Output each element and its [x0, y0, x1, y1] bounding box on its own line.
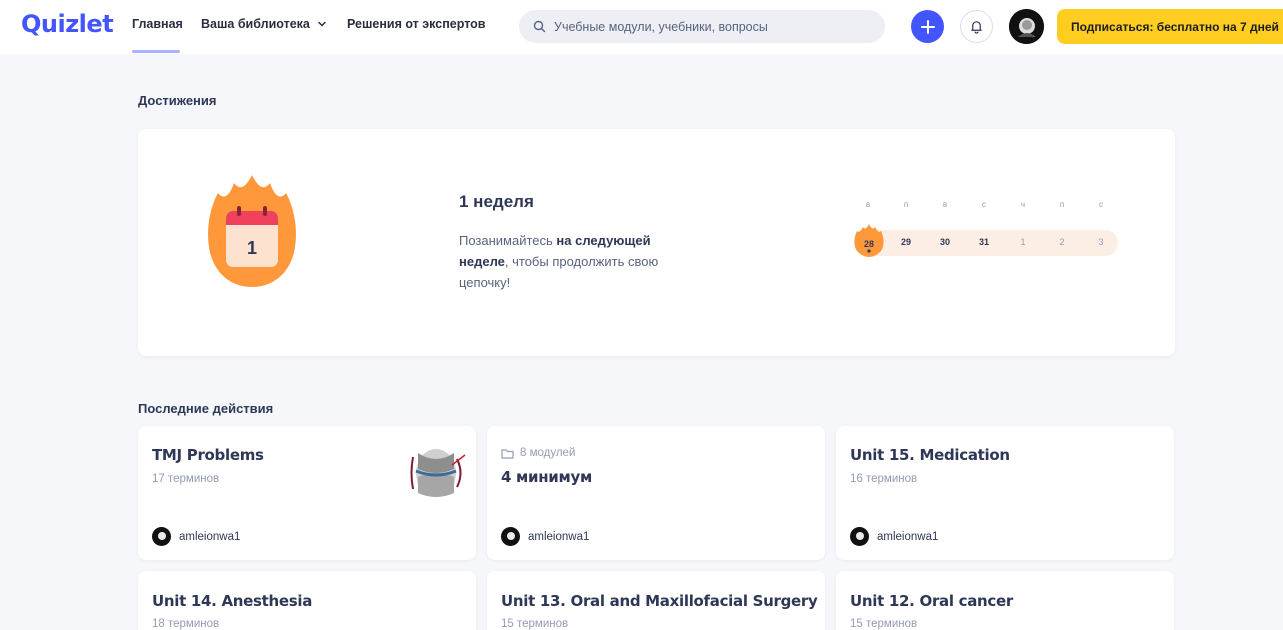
day-number-today: 28: [863, 239, 874, 249]
study-set-card[interactable]: Unit 14. Anesthesia 18 терминов: [138, 571, 476, 630]
author-avatar: [501, 527, 520, 546]
weekday-label: с: [1099, 200, 1103, 209]
chevron-down-icon: [318, 21, 326, 27]
notifications-button[interactable]: [960, 10, 993, 43]
avatar-image: [1009, 9, 1044, 44]
study-set-card[interactable]: Unit 12. Oral cancer 15 терминов: [836, 571, 1174, 630]
nav-home-link[interactable]: Главная: [132, 17, 183, 31]
streak-description: Позанимайтесь на следующей неделе, чтобы…: [459, 230, 689, 293]
weekday-label: ч: [1020, 200, 1026, 209]
day-number: 1: [1020, 237, 1026, 247]
streak-text-part1: Позанимайтесь: [459, 233, 557, 248]
day-number: 3: [1098, 237, 1104, 247]
card-title: TMJ Problems: [152, 446, 264, 464]
create-button[interactable]: [911, 10, 944, 43]
streak-badge-number: 1: [247, 238, 257, 258]
card-author[interactable]: amleionwa1: [152, 527, 240, 546]
folder-set-count: 8 модулей: [520, 447, 576, 459]
weekday-label: п: [903, 200, 909, 209]
search-icon: [533, 20, 546, 33]
quizlet-logo[interactable]: Quizlet: [21, 10, 114, 38]
card-term-count: 15 терминов: [850, 618, 918, 630]
weekday-label: в: [865, 200, 871, 209]
nav-experts-link[interactable]: Решения от экспертов: [347, 17, 485, 31]
card-term-count: 17 терминов: [152, 473, 220, 485]
weekday-label: п: [1059, 200, 1065, 209]
card-term-count: 18 терминов: [152, 618, 220, 630]
author-avatar: [152, 527, 171, 546]
subscribe-button[interactable]: Подписаться: бесплатно на 7 дней: [1057, 9, 1283, 44]
study-set-card[interactable]: TMJ Problems 17 терминов amleionwa1: [138, 426, 476, 560]
user-avatar[interactable]: [1009, 9, 1044, 44]
nav-library-label: Ваша библиотека: [201, 17, 310, 31]
card-author[interactable]: amleionwa1: [501, 527, 589, 546]
recent-activity-heading: Последние действия: [138, 401, 274, 416]
folder-icon: [501, 448, 514, 459]
card-title: Unit 15. Medication: [850, 446, 1010, 464]
achievements-heading: Достижения: [138, 93, 217, 108]
card-title: Unit 14. Anesthesia: [152, 592, 313, 610]
search-placeholder: Учебные модули, учебники, вопросы: [554, 19, 768, 34]
study-set-thumbnail-image: [410, 443, 466, 503]
study-set-card[interactable]: Unit 15. Medication 16 терминов amleionw…: [836, 426, 1174, 560]
bell-icon: [971, 21, 982, 34]
streak-title: 1 неделя: [459, 192, 534, 211]
achievements-card[interactable]: 1 1 неделя Позанимайтесь на следующей не…: [138, 129, 1175, 356]
card-term-count: 15 терминов: [501, 618, 569, 630]
card-author[interactable]: amleionwa1: [850, 527, 938, 546]
card-title: Unit 13. Oral and Maxillofacial Surgery: [501, 592, 818, 610]
weekday-labels: в п в с ч п с: [858, 200, 1118, 214]
study-set-card[interactable]: Unit 13. Oral and Maxillofacial Surgery …: [487, 571, 825, 630]
nav-library-dropdown[interactable]: Ваша библиотека: [201, 17, 328, 31]
plus-icon: [920, 19, 935, 34]
card-term-count: 16 терминов: [850, 473, 918, 485]
streak-week-bar: 28 29 30 31 1 2 3: [854, 224, 1118, 257]
day-number: 31: [978, 237, 989, 247]
folder-card[interactable]: 8 модулей 4 минимум amleionwa1: [487, 426, 825, 560]
author-name: amleionwa1: [179, 530, 241, 543]
search-input[interactable]: Учебные модули, учебники, вопросы: [519, 10, 885, 43]
day-number: 29: [900, 237, 911, 247]
weekday-label: с: [982, 200, 986, 209]
day-number: 30: [939, 237, 950, 247]
nav-home-active-indicator: [132, 50, 180, 53]
folder-info: 8 модулей: [501, 447, 575, 459]
author-name: amleionwa1: [877, 530, 939, 543]
top-navigation-bar: Quizlet Главная Ваша библиотека Решения …: [0, 0, 1283, 54]
streak-flame-calendar-icon: 1: [208, 175, 296, 287]
author-name: amleionwa1: [528, 530, 590, 543]
author-avatar: [850, 527, 869, 546]
card-title: Unit 12. Oral cancer: [850, 592, 1013, 610]
day-number: 2: [1059, 237, 1065, 247]
card-title: 4 минимум: [501, 468, 592, 486]
weekday-label: в: [942, 200, 948, 209]
